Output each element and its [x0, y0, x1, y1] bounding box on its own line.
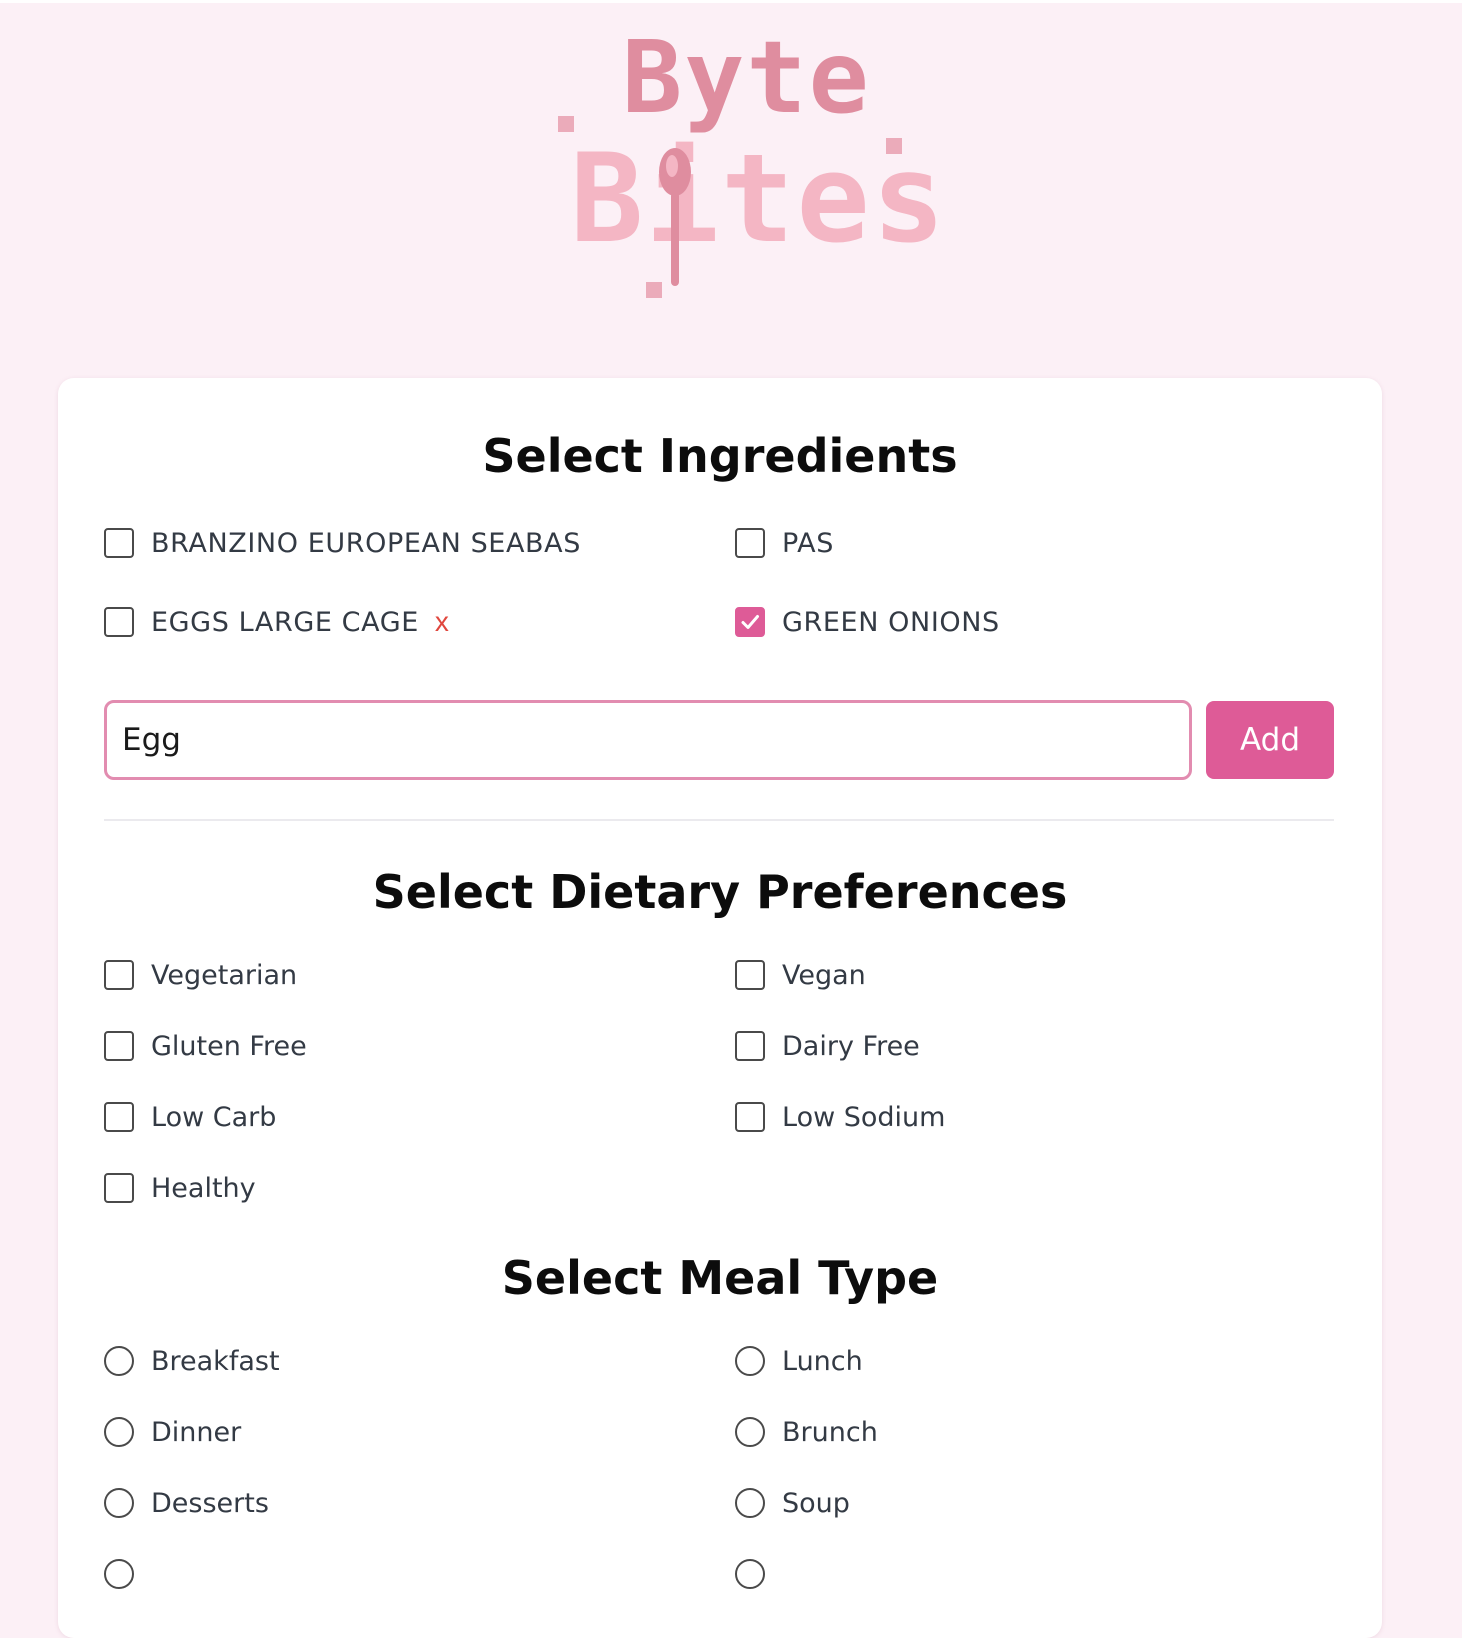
meal-option-soup[interactable]: Soup [735, 1486, 850, 1520]
meal-radio[interactable] [735, 1346, 765, 1376]
spoon-icon [659, 148, 691, 286]
dietary-checkbox[interactable] [104, 960, 134, 990]
dietary-checkbox[interactable] [735, 960, 765, 990]
meal-label: Soup [782, 1487, 850, 1519]
dietary-checkbox[interactable] [735, 1102, 765, 1132]
ingredient-input-field[interactable] [104, 700, 1192, 780]
meal-option-desserts[interactable]: Desserts [104, 1486, 269, 1520]
top-strip [0, 0, 1462, 3]
dietary-checkbox[interactable] [104, 1102, 134, 1132]
recipe-filter-card: Select Ingredients BRANZINO EUROPEAN SEA… [58, 378, 1382, 1638]
ingredient-checkbox-checked[interactable] [735, 607, 765, 637]
meal-option-brunch[interactable]: Brunch [735, 1415, 878, 1449]
remove-ingredient-button[interactable]: x [435, 606, 449, 638]
byte-bites-logo: Byte Bites [556, 19, 945, 302]
logo-pixel [558, 116, 574, 132]
meal-radio[interactable] [104, 1559, 134, 1589]
meal-option-partial[interactable] [104, 1557, 134, 1591]
ingredient-input[interactable] [107, 722, 1189, 758]
ingredient-option-branzino[interactable]: BRANZINO EUROPEAN SEABAS [104, 526, 581, 560]
dietary-label: Gluten Free [151, 1030, 307, 1062]
logo-pixel [646, 282, 662, 298]
meal-radio[interactable] [104, 1488, 134, 1518]
section-divider [104, 819, 1334, 821]
meal-radio[interactable] [104, 1417, 134, 1447]
meal-label: Brunch [782, 1416, 878, 1448]
dietary-label: Vegetarian [151, 959, 298, 991]
dietary-label: Vegan [782, 959, 866, 991]
dietary-option-gluten-free[interactable]: Gluten Free [104, 1029, 307, 1063]
dietary-option-vegetarian[interactable]: Vegetarian [104, 958, 297, 992]
meal-label: Lunch [782, 1345, 863, 1377]
ingredient-label: BRANZINO EUROPEAN SEABAS [151, 527, 581, 559]
ingredient-label: GREEN ONIONS [782, 606, 1000, 638]
meal-radio[interactable] [104, 1346, 134, 1376]
meal-radio[interactable] [735, 1417, 765, 1447]
ingredient-checkbox[interactable] [104, 528, 134, 558]
ingredient-option-pas[interactable]: PAS [735, 526, 834, 560]
ingredient-option-eggs[interactable]: EGGS LARGE CAGE x [104, 605, 449, 639]
ingredient-option-green-onions[interactable]: GREEN ONIONS [735, 605, 1000, 639]
meal-option-breakfast[interactable]: Breakfast [104, 1344, 280, 1378]
dietary-option-healthy[interactable]: Healthy [104, 1171, 256, 1205]
ingredients-title: Select Ingredients [482, 429, 958, 483]
dietary-option-dairy-free[interactable]: Dairy Free [735, 1029, 920, 1063]
dietary-checkbox[interactable] [104, 1031, 134, 1061]
ingredient-checkbox[interactable] [735, 528, 765, 558]
dietary-label: Healthy [151, 1172, 256, 1204]
meal-option-dinner[interactable]: Dinner [104, 1415, 241, 1449]
dietary-label: Dairy Free [782, 1030, 920, 1062]
meal-option-lunch[interactable]: Lunch [735, 1344, 863, 1378]
dietary-label: Low Sodium [782, 1101, 946, 1133]
ingredient-checkbox[interactable] [104, 607, 134, 637]
logo-pixel [886, 138, 902, 154]
meal-label: Breakfast [151, 1345, 280, 1377]
meal-label: Dinner [151, 1416, 242, 1448]
logo-line-bites: Bites [570, 128, 948, 270]
dietary-checkbox[interactable] [735, 1031, 765, 1061]
dietary-option-vegan[interactable]: Vegan [735, 958, 866, 992]
ingredient-label: EGGS LARGE CAGE [151, 606, 419, 638]
meal-type-title: Select Meal Type [501, 1251, 939, 1305]
meal-radio[interactable] [735, 1488, 765, 1518]
meal-option-partial[interactable] [735, 1557, 765, 1591]
add-ingredient-button[interactable]: Add [1206, 701, 1334, 779]
dietary-preferences-title: Select Dietary Preferences [372, 865, 1068, 919]
dietary-label: Low Carb [151, 1101, 277, 1133]
dietary-option-low-carb[interactable]: Low Carb [104, 1100, 276, 1134]
dietary-checkbox[interactable] [104, 1173, 134, 1203]
dietary-option-low-sodium[interactable]: Low Sodium [735, 1100, 945, 1134]
logo-line-byte: Byte [622, 19, 871, 136]
check-icon [741, 615, 759, 629]
meal-label: Desserts [151, 1487, 269, 1519]
ingredient-label: PAS [782, 527, 834, 559]
meal-radio[interactable] [735, 1559, 765, 1589]
